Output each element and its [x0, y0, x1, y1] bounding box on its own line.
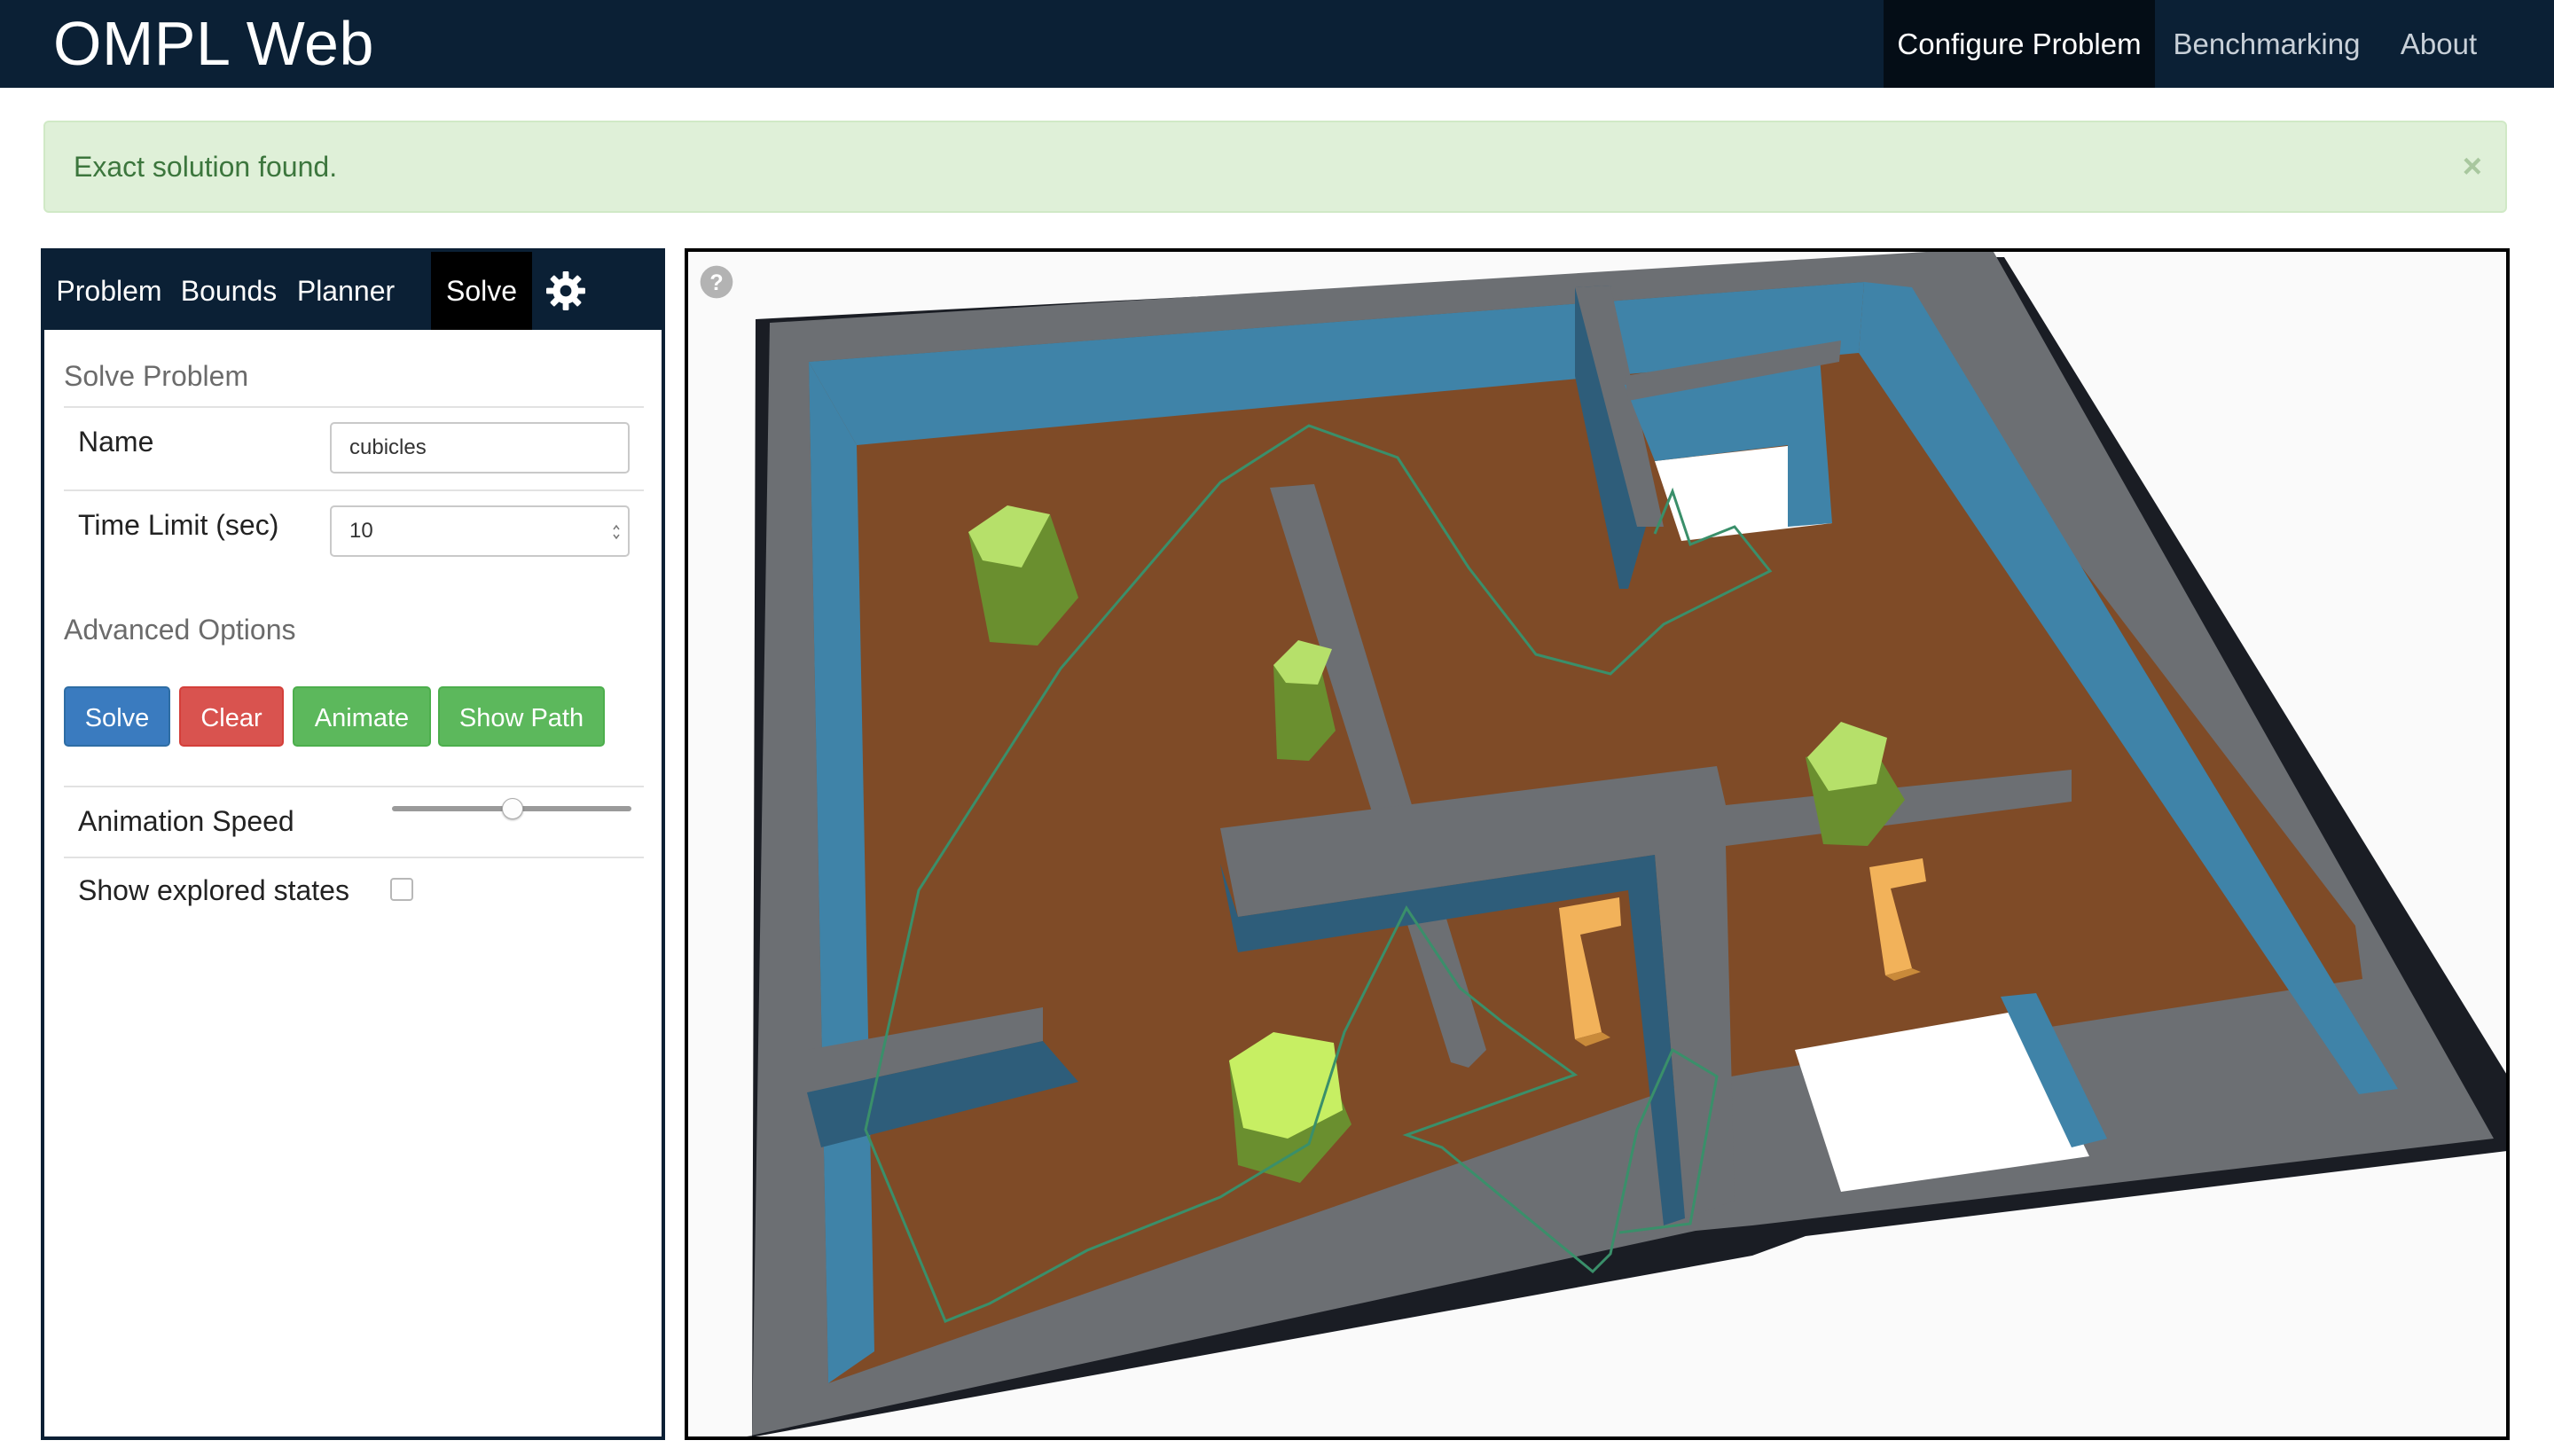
name-label: Name [78, 426, 154, 458]
divider [64, 406, 644, 408]
divider [64, 857, 644, 858]
solve-problem-heading: Solve Problem [64, 360, 249, 392]
show-explored-states-checkbox[interactable] [390, 878, 413, 901]
time-limit-label: Time Limit (sec) [78, 509, 279, 541]
divider [64, 489, 644, 491]
solve-button[interactable]: Solve [64, 686, 170, 747]
panel-tabs: Problem Bounds Planner Solve [44, 252, 662, 330]
scene-canvas[interactable] [688, 252, 2506, 1436]
name-input[interactable]: cubicles [330, 422, 630, 474]
clear-button[interactable]: Clear [179, 686, 284, 747]
brand-title[interactable]: OMPL Web [53, 0, 374, 88]
tab-planner[interactable]: Planner [284, 252, 408, 330]
gear-icon[interactable] [544, 270, 587, 312]
time-limit-value: 10 [349, 519, 373, 543]
show-explored-states-label: Show explored states [78, 874, 349, 906]
animate-button[interactable]: Animate [293, 686, 431, 747]
nav-about[interactable]: About [2378, 0, 2499, 88]
nav-configure-problem[interactable]: Configure Problem [1884, 0, 2155, 88]
tab-problem-label[interactable]: Problem [44, 252, 174, 330]
tab-solve[interactable]: Solve [431, 252, 532, 330]
alert-close-button[interactable]: × [2463, 122, 2482, 211]
advanced-options-heading[interactable]: Advanced Options [64, 614, 296, 646]
question-circle-icon[interactable]: ? [699, 264, 734, 300]
divider [64, 786, 644, 787]
time-limit-input[interactable]: 10 [330, 505, 630, 557]
alert-message: Exact solution found. [74, 151, 338, 183]
scene-viewer[interactable]: ? [685, 248, 2510, 1440]
spinner-arrows-icon[interactable] [612, 521, 621, 543]
nav-benchmarking[interactable]: Benchmarking [2155, 0, 2378, 88]
svg-text:?: ? [709, 270, 723, 295]
animation-speed-label: Animation Speed [78, 805, 294, 837]
control-panel: Problem Bounds Planner Solve Solve Probl… [41, 248, 665, 1440]
tab-bounds[interactable]: Bounds [174, 252, 284, 330]
show-path-button[interactable]: Show Path [438, 686, 605, 747]
animation-speed-slider-thumb[interactable] [502, 798, 523, 819]
navbar: OMPL Web Configure Problem Benchmarking … [0, 0, 2554, 88]
success-alert: Exact solution found. × [43, 121, 2507, 213]
